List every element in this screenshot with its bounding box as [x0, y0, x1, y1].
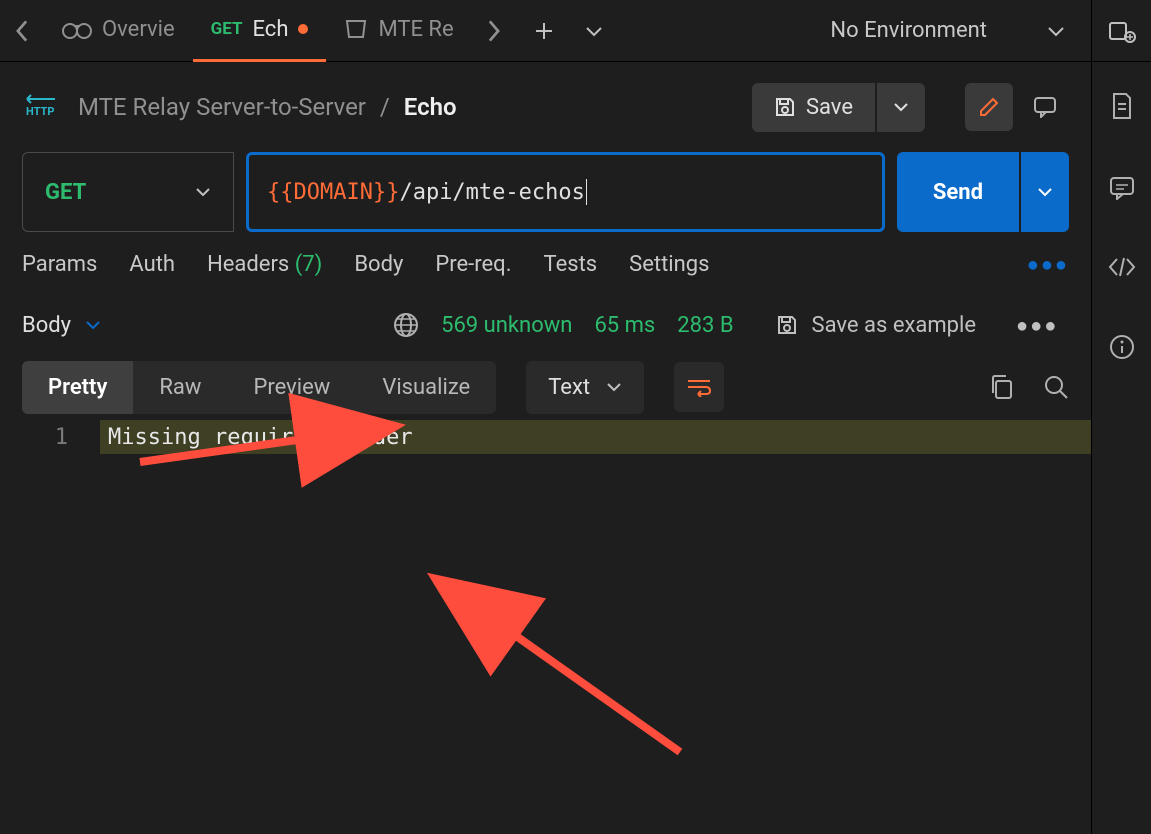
send-label: Send [933, 180, 983, 205]
tab-tests[interactable]: Tests [544, 252, 598, 277]
response-status[interactable]: 569 unknown [441, 313, 572, 338]
content-type-select[interactable]: Text [526, 361, 644, 414]
environment-quicklook-button[interactable] [1091, 0, 1151, 62]
view-pretty[interactable]: Pretty [22, 361, 133, 414]
response-body-label: Body [22, 313, 71, 338]
response-more-button[interactable]: ●●● [1016, 313, 1058, 338]
search-icon [1043, 374, 1069, 400]
url-path: /api/mte-echos [399, 180, 584, 205]
http-icon: HTTP [22, 91, 62, 123]
tab-nav-back[interactable] [0, 0, 44, 62]
tab-headers-label: Headers [207, 252, 289, 277]
collection-icon [344, 18, 368, 40]
send-menu-button[interactable] [1021, 152, 1069, 232]
response-line[interactable]: Missing required header [100, 420, 1091, 454]
tab-params[interactable]: Params [22, 252, 97, 277]
new-tab-button[interactable] [516, 0, 572, 62]
tab-auth[interactable]: Auth [129, 252, 175, 277]
method-select[interactable]: GET [22, 152, 234, 232]
network-info-button[interactable] [393, 312, 419, 338]
chevron-down-icon [85, 320, 101, 330]
content-type-label: Text [548, 375, 590, 400]
info-button[interactable] [1109, 334, 1135, 360]
tab-method: GET [211, 19, 243, 39]
documentation-button[interactable] [1110, 92, 1134, 120]
binoculars-icon [62, 18, 92, 40]
tab-collection-mte[interactable]: MTE Re [326, 0, 471, 62]
chevron-down-icon [606, 382, 622, 392]
save-menu-button[interactable] [877, 83, 925, 132]
breadcrumb-request: Echo [404, 93, 457, 121]
save-icon [776, 314, 798, 336]
environment-label: No Environment [830, 18, 987, 43]
environment-selector[interactable]: No Environment [804, 0, 1091, 62]
url-variable: {{DOMAIN}} [267, 180, 399, 205]
tab-settings[interactable]: Settings [629, 252, 709, 277]
tab-label: Overvie [102, 17, 175, 42]
tab-nav-forward[interactable] [472, 0, 516, 62]
breadcrumb-collection[interactable]: MTE Relay Server-to-Server [78, 93, 366, 121]
url-input[interactable]: {{DOMAIN}}/api/mte-echos [246, 152, 885, 232]
globe-icon [393, 312, 419, 338]
save-example-label: Save as example [812, 313, 977, 338]
response-size[interactable]: 283 B [677, 313, 733, 338]
modified-dot-icon [298, 24, 308, 34]
tab-label: Ech [253, 17, 289, 42]
code-icon [1107, 256, 1137, 278]
tab-body[interactable]: Body [354, 252, 403, 277]
tab-headers[interactable]: Headers (7) [207, 252, 322, 277]
save-label: Save [806, 95, 853, 120]
chevron-down-icon [893, 102, 909, 112]
comment-button[interactable] [1021, 83, 1069, 131]
breadcrumb: MTE Relay Server-to-Server / Echo [78, 93, 457, 121]
line-number: 1 [0, 425, 100, 450]
edit-button[interactable] [965, 83, 1013, 131]
text-cursor [586, 179, 587, 205]
tab-overview[interactable]: Overvie [44, 0, 193, 62]
method-label: GET [45, 180, 86, 205]
more-options-button[interactable]: ●●● [1027, 252, 1069, 277]
save-as-example-button[interactable]: Save as example [776, 313, 977, 338]
code-button[interactable] [1107, 256, 1137, 278]
view-visualize[interactable]: Visualize [356, 361, 496, 414]
tab-headers-count: (7) [295, 252, 323, 277]
save-icon [774, 96, 796, 118]
breadcrumb-separator: / [380, 93, 390, 121]
environment-icon [1108, 19, 1136, 43]
search-response-button[interactable] [1043, 374, 1069, 400]
comment-icon [1033, 96, 1057, 118]
save-button[interactable]: Save [752, 83, 875, 132]
chevron-down-icon [585, 25, 603, 37]
send-button[interactable]: Send [897, 152, 1019, 232]
view-raw[interactable]: Raw [133, 361, 227, 414]
response-body: 1 Missing required header [0, 420, 1091, 454]
info-icon [1109, 334, 1135, 360]
tab-request-echo[interactable]: GET Ech [193, 0, 327, 62]
comment-icon [1109, 176, 1135, 200]
tab-label: MTE Re [378, 17, 453, 42]
wrap-icon [686, 377, 712, 397]
plus-icon [534, 21, 554, 41]
response-section-select[interactable]: Body [22, 313, 101, 338]
chevron-down-icon [1047, 25, 1065, 37]
wrap-lines-button[interactable] [674, 362, 724, 412]
response-time[interactable]: 65 ms [594, 313, 655, 338]
tab-menu-button[interactable] [572, 0, 616, 62]
response-view-tabs: Pretty Raw Preview Visualize [22, 361, 496, 414]
copy-response-button[interactable] [989, 374, 1013, 400]
view-preview[interactable]: Preview [227, 361, 356, 414]
chevron-down-icon [195, 187, 211, 197]
chevron-down-icon [1037, 187, 1053, 197]
document-icon [1110, 92, 1134, 120]
pencil-icon [977, 95, 1001, 119]
copy-icon [989, 374, 1013, 400]
comments-button[interactable] [1109, 176, 1135, 200]
tab-prereq[interactable]: Pre-req. [435, 252, 511, 277]
